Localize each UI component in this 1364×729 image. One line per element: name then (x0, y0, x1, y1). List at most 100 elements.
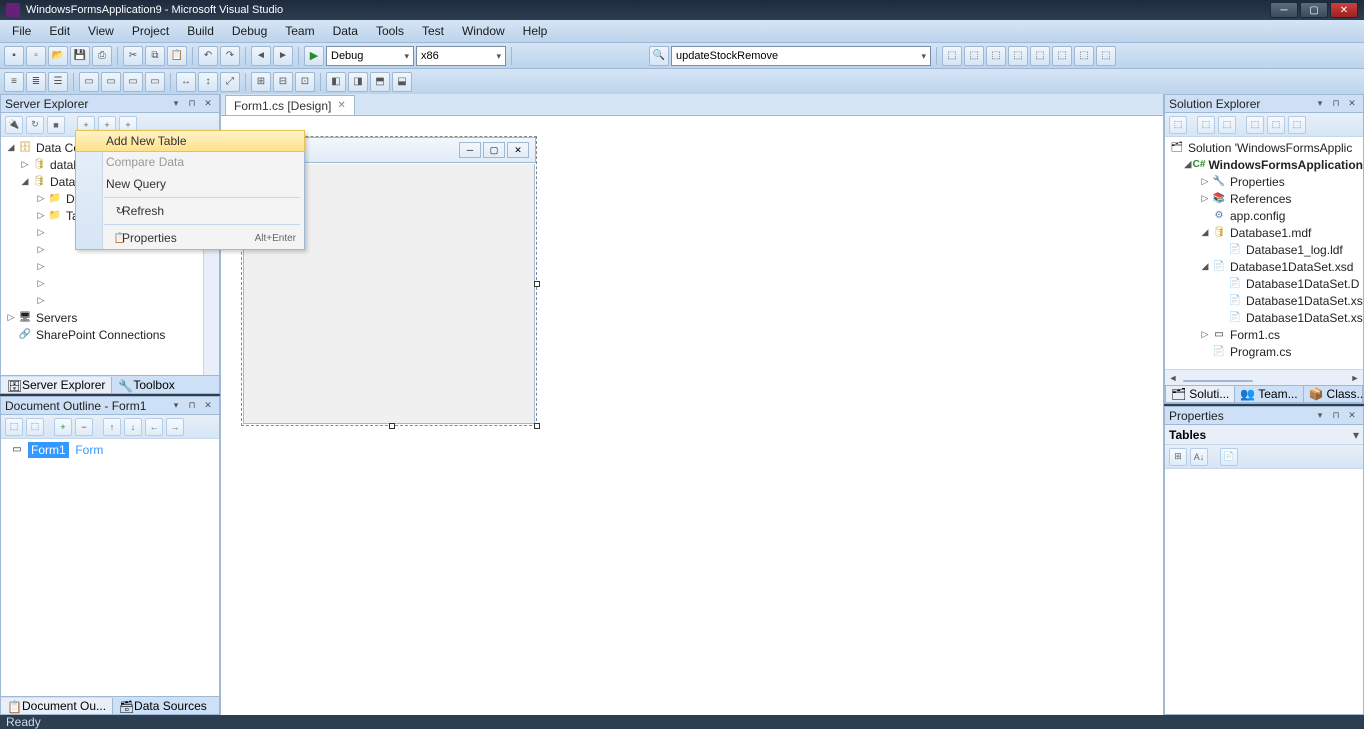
panel-dropdown-icon[interactable]: ▾ (169, 399, 183, 413)
sol-hscroll[interactable]: ◄► (1165, 369, 1363, 385)
pin-icon[interactable]: ⊓ (185, 399, 199, 413)
ctx-properties[interactable]: 📋PropertiesAlt+Enter (76, 227, 304, 249)
sol-btn-1[interactable]: ⬚ (1169, 116, 1187, 134)
sol-btn-3[interactable]: ⬚ (1218, 116, 1236, 134)
outline-up-button[interactable]: ↑ (103, 418, 121, 436)
sol-properties[interactable]: ▷🔧Properties (1165, 173, 1363, 190)
menu-edit[interactable]: Edit (41, 22, 78, 40)
tab-solution[interactable]: 🗂Soluti... (1166, 386, 1235, 402)
minimize-button[interactable]: ─ (1270, 2, 1298, 18)
layout-btn-1[interactable]: ▭ (79, 72, 99, 92)
start-debug-button[interactable]: ▶ (304, 46, 324, 66)
config-combo[interactable]: Debug (326, 46, 414, 66)
ctx-refresh[interactable]: ↻Refresh (76, 200, 304, 222)
tool-btn-3[interactable]: ⬚ (986, 46, 1006, 66)
layout-btn-4[interactable]: ▭ (145, 72, 165, 92)
panel-close-icon[interactable]: ✕ (201, 399, 215, 413)
save-button[interactable]: 💾 (70, 46, 90, 66)
cut-button[interactable]: ✂ (123, 46, 143, 66)
outline-remove-button[interactable]: − (75, 418, 93, 436)
tool-btn-7[interactable]: ⬚ (1074, 46, 1094, 66)
menu-project[interactable]: Project (124, 22, 177, 40)
menu-window[interactable]: Window (454, 22, 513, 40)
tab-close-icon[interactable]: ✕ (337, 100, 345, 111)
nav-back-button[interactable]: ◄ (251, 46, 271, 66)
tool-btn-2[interactable]: ⬚ (964, 46, 984, 66)
menu-data[interactable]: Data (325, 22, 366, 40)
sol-form1[interactable]: ▷▭Form1.cs (1165, 326, 1363, 343)
form-maximize-button[interactable]: ▢ (483, 142, 505, 158)
menu-debug[interactable]: Debug (224, 22, 275, 40)
panel-dropdown-icon[interactable]: ▾ (1313, 97, 1327, 111)
pin-icon[interactable]: ⊓ (1329, 409, 1343, 423)
prop-categorized-button[interactable]: ⊞ (1169, 448, 1187, 466)
outline-left-button[interactable]: ← (145, 418, 163, 436)
sol-btn-4[interactable]: ⬚ (1246, 116, 1264, 134)
panel-close-icon[interactable]: ✕ (201, 97, 215, 111)
tree-servers[interactable]: ▷🖥Servers (1, 309, 219, 326)
paste-button[interactable]: 📋 (167, 46, 187, 66)
outline-down-button[interactable]: ↓ (124, 418, 142, 436)
layout-btn-11[interactable]: ◧ (326, 72, 346, 92)
align-center-button[interactable]: ≣ (26, 72, 46, 92)
sol-btn-6[interactable]: ⬚ (1288, 116, 1306, 134)
form-designer[interactable]: Form1 ─ ▢ ✕ (221, 116, 1163, 715)
stop-button[interactable]: ■ (47, 116, 65, 134)
tool-btn-6[interactable]: ⬚ (1052, 46, 1072, 66)
connect-button[interactable]: 🔌 (5, 116, 23, 134)
resize-handle-corner[interactable] (534, 423, 540, 429)
resize-handle-bottom[interactable] (389, 423, 395, 429)
sol-dataset-xs2[interactable]: 📄Database1DataSet.xs (1165, 309, 1363, 326)
sol-btn-2[interactable]: ⬚ (1197, 116, 1215, 134)
sol-appconfig[interactable]: ⚙app.config (1165, 207, 1363, 224)
menu-tools[interactable]: Tools (368, 22, 412, 40)
panel-close-icon[interactable]: ✕ (1345, 409, 1359, 423)
tab-server-explorer[interactable]: 🗄Server Explorer (1, 377, 112, 393)
layout-btn-5[interactable]: ↔ (176, 72, 196, 92)
layout-btn-14[interactable]: ⬓ (392, 72, 412, 92)
redo-button[interactable]: ↷ (220, 46, 240, 66)
sol-btn-5[interactable]: ⬚ (1267, 116, 1285, 134)
sol-dataset-xs1[interactable]: 📄Database1DataSet.xs (1165, 292, 1363, 309)
tree-hidden-5[interactable]: ▷ (1, 292, 219, 309)
ctx-add-new-table[interactable]: Add New Table (75, 130, 305, 152)
find-icon[interactable]: 🔍 (649, 46, 669, 66)
outline-form1[interactable]: ▭ Form1 Form (1, 441, 219, 458)
menu-view[interactable]: View (80, 22, 122, 40)
tab-document-outline[interactable]: 📋Document Ou... (1, 698, 113, 714)
layout-btn-6[interactable]: ↕ (198, 72, 218, 92)
prop-pages-button[interactable]: 📄 (1220, 448, 1238, 466)
tool-btn-8[interactable]: ⬚ (1096, 46, 1116, 66)
resize-handle-right[interactable] (534, 281, 540, 287)
tree-hidden-3[interactable]: ▷ (1, 258, 219, 275)
panel-dropdown-icon[interactable]: ▾ (1313, 409, 1327, 423)
menu-file[interactable]: File (4, 22, 39, 40)
outline-right-button[interactable]: → (166, 418, 184, 436)
tab-data-sources[interactable]: 🗃Data Sources (113, 698, 213, 714)
platform-combo[interactable]: x86 (416, 46, 506, 66)
layout-btn-12[interactable]: ◨ (348, 72, 368, 92)
tab-class[interactable]: 📦Class... (1304, 386, 1364, 402)
save-all-button[interactable]: ⎙ (92, 46, 112, 66)
tree-sharepoint[interactable]: 🔗SharePoint Connections (1, 326, 219, 343)
sol-solution[interactable]: 🗂Solution 'WindowsFormsApplic (1165, 139, 1363, 156)
find-combo[interactable]: updateStockRemove (671, 46, 931, 66)
align-left-button[interactable]: ≡ (4, 72, 24, 92)
sol-project[interactable]: ◢C#WindowsFormsApplication (1165, 156, 1363, 173)
layout-btn-3[interactable]: ▭ (123, 72, 143, 92)
undo-button[interactable]: ↶ (198, 46, 218, 66)
form-close-button[interactable]: ✕ (507, 142, 529, 158)
sol-dblog[interactable]: 📄Database1_log.ldf (1165, 241, 1363, 258)
open-button[interactable]: 📂 (48, 46, 68, 66)
copy-button[interactable]: ⧉ (145, 46, 165, 66)
refresh-button[interactable]: ↻ (26, 116, 44, 134)
sol-references[interactable]: ▷📚References (1165, 190, 1363, 207)
tab-toolbox[interactable]: 🔧Toolbox (112, 377, 180, 393)
panel-dropdown-icon[interactable]: ▾ (169, 97, 183, 111)
tool-btn-1[interactable]: ⬚ (942, 46, 962, 66)
pin-icon[interactable]: ⊓ (1329, 97, 1343, 111)
close-button[interactable]: ✕ (1330, 2, 1358, 18)
layout-btn-9[interactable]: ⊟ (273, 72, 293, 92)
nav-fwd-button[interactable]: ► (273, 46, 293, 66)
new-project-button[interactable]: ▪ (4, 46, 24, 66)
